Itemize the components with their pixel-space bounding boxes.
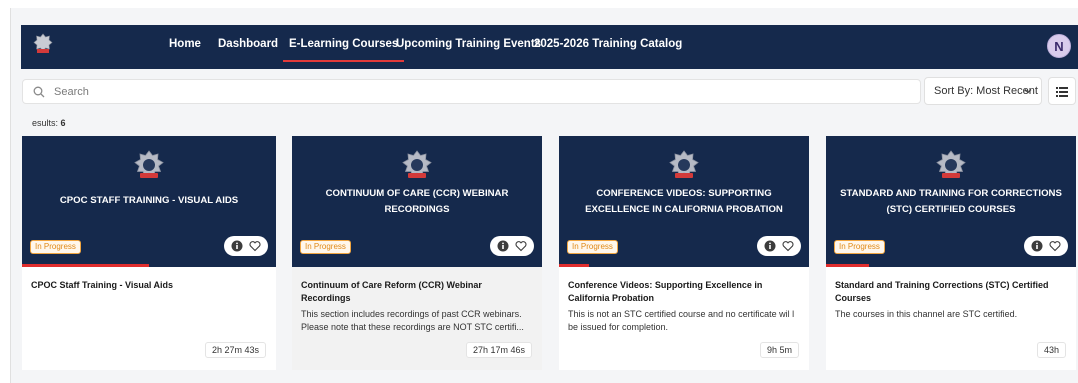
duration-badge: 2h 27m 43s [204, 342, 266, 358]
search-bar[interactable] [22, 79, 921, 104]
list-view-icon [1056, 87, 1068, 97]
card-title[interactable]: CPOC Staff Training - Visual Aids [31, 279, 266, 292]
cpoc-badge-icon [669, 150, 699, 178]
results-label: esults: [32, 118, 59, 128]
course-card[interactable]: CONTINUUM OF CARE (CCR) WEBINAR RECORDIN… [292, 136, 542, 370]
heart-icon[interactable] [1049, 240, 1061, 252]
card-body: Standard and Training Corrections (STC) … [826, 267, 1076, 370]
info-icon[interactable] [497, 240, 509, 252]
card-banner-title: CONFERENCE VIDEOS: SUPPORTING EXCELLENCE… [585, 188, 783, 215]
card-actions [757, 236, 801, 256]
course-card[interactable]: CPOC STAFF TRAINING - VISUAL AIDS In Pro… [22, 136, 276, 370]
cpoc-badge-icon [402, 150, 432, 178]
nav-dashboard[interactable]: Dashboard [218, 38, 278, 50]
results-count: esults: 6 [32, 118, 66, 128]
heart-icon[interactable] [515, 240, 527, 252]
nav-training-catalog[interactable]: 2025-2026 Training Catalog [534, 38, 682, 50]
chevron-down-icon [1024, 89, 1032, 94]
sort-dropdown[interactable]: Sort By: Most Recent [924, 77, 1042, 105]
results-number: 6 [60, 118, 66, 128]
top-navigation-bar: Home Dashboard E-Learning Courses Upcomi… [21, 25, 1078, 69]
course-card[interactable]: CONFERENCE VIDEOS: SUPPORTING EXCELLENCE… [559, 136, 809, 370]
nav-home[interactable]: Home [169, 38, 201, 50]
card-banner: CONTINUUM OF CARE (CCR) WEBINAR RECORDIN… [292, 136, 542, 267]
card-banner-title: STANDARD AND TRAINING FOR CORRECTIONS (S… [840, 188, 1062, 215]
card-description: The courses in this channel are STC cert… [835, 309, 1018, 319]
heart-icon[interactable] [782, 240, 794, 252]
status-badge: In Progress [567, 240, 618, 254]
duration-badge: 9h 5m [759, 342, 799, 358]
info-icon[interactable] [231, 240, 243, 252]
card-description: This is not an STC certified course and … [568, 309, 795, 332]
card-banner-title: CPOC STAFF TRAINING - VISUAL AIDS [59, 195, 239, 206]
card-actions [224, 236, 268, 256]
info-icon[interactable] [1031, 240, 1043, 252]
status-badge: In Progress [30, 240, 81, 254]
card-banner: CPOC STAFF TRAINING - VISUAL AIDS In Pro… [22, 136, 276, 267]
card-body: Conference Videos: Supporting Excellence… [559, 267, 809, 370]
status-badge: In Progress [834, 240, 885, 254]
card-title[interactable]: Standard and Training Corrections (STC) … [835, 279, 1066, 305]
card-actions [1024, 236, 1068, 256]
card-description: This section includes recordings of past… [301, 309, 524, 332]
status-badge: In Progress [300, 240, 351, 254]
duration-badge: 27h 17m 46s [465, 342, 532, 358]
search-icon [33, 86, 45, 98]
sort-label: Sort By: Most Recent [934, 85, 1038, 97]
duration-badge: 43h [1036, 342, 1066, 358]
card-actions [490, 236, 534, 256]
user-avatar[interactable]: N [1047, 34, 1071, 58]
course-card[interactable]: STANDARD AND TRAINING FOR CORRECTIONS (S… [826, 136, 1076, 370]
search-input[interactable] [54, 83, 854, 101]
cpoc-badge-icon [134, 150, 164, 178]
card-title[interactable]: Continuum of Care Reform (CCR) Webinar R… [301, 279, 532, 305]
info-icon[interactable] [764, 240, 776, 252]
card-title[interactable]: Conference Videos: Supporting Excellence… [568, 279, 799, 305]
card-banner: STANDARD AND TRAINING FOR CORRECTIONS (S… [826, 136, 1076, 267]
card-body: Continuum of Care Reform (CCR) Webinar R… [292, 267, 542, 370]
nav-upcoming-training-events[interactable]: Upcoming Training Events [396, 38, 541, 50]
cpoc-logo[interactable] [33, 33, 53, 57]
heart-icon[interactable] [249, 240, 261, 252]
app-frame: Home Dashboard E-Learning Courses Upcomi… [10, 8, 1078, 383]
card-banner-title: CONTINUUM OF CARE (CCR) WEBINAR RECORDIN… [325, 188, 509, 215]
list-view-button[interactable] [1048, 77, 1076, 105]
card-body: CPOC Staff Training - Visual Aids 2h 27m… [22, 267, 276, 370]
card-banner: CONFERENCE VIDEOS: SUPPORTING EXCELLENCE… [559, 136, 809, 267]
nav-e-learning-courses[interactable]: E-Learning Courses [282, 38, 405, 62]
cpoc-badge-icon [936, 150, 966, 178]
